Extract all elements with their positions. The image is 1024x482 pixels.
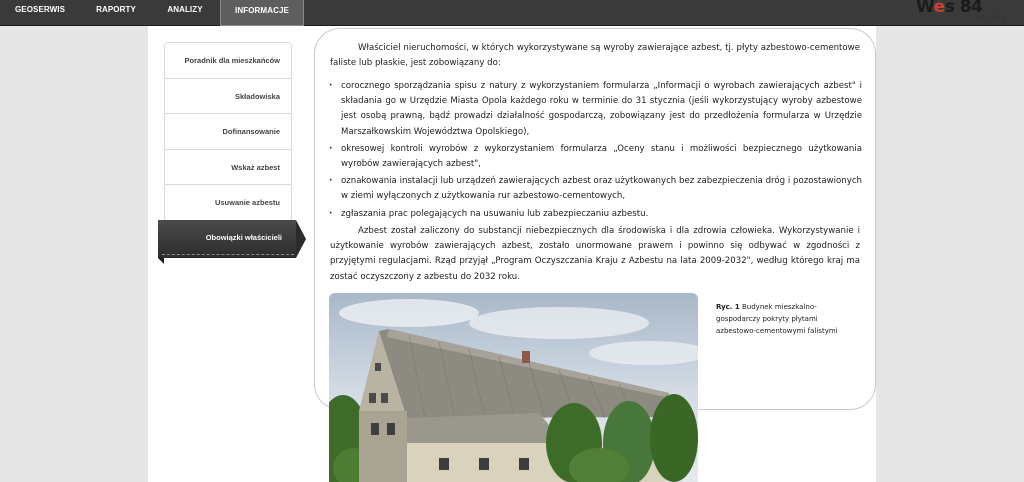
obligations-list: corocznego sporządzania spisu z natury z… [328,79,862,224]
nav-informacje[interactable]: INFORMACJE [220,0,304,26]
building-illustration [329,299,698,482]
intro-paragraph: Właściciel nieruchomości, w których wyko… [330,43,860,69]
sidebar-item-wskaz-azbest[interactable]: Wskaż azbest [165,150,291,185]
photo-caption: Ryc. 1 Budynek mieszkalno-gospodarczy po… [716,301,856,337]
list-item: okresowej kontroli wyrobów z wykorzystan… [328,142,862,172]
sidebar-item-obowiazki-active[interactable]: Obowiązki właścicieli [158,220,306,264]
list-item: corocznego sporządzania spisu z natury z… [328,79,862,140]
nav-raporty[interactable]: RAPORTY [84,0,148,25]
list-item: zgłaszania prac polegających na usuwaniu… [328,207,862,222]
nav-analizy[interactable]: ANALIZY [156,0,214,25]
sidebar-active-label: Obowiązki właścicieli [205,233,282,242]
top-navigation-bar: GEOSERWIS RAPORTY ANALIZY INFORMACJE Wes… [0,0,1024,26]
list-item: oznakowania instalacji lub urządzeń zawi… [328,174,862,204]
wes84-logo: Wes 84 POLSKA [916,0,1008,24]
asbestus-program-paragraph: Azbest został zaliczony do substancji ni… [330,226,860,282]
logo-wordmark: Wes 84 [916,0,983,17]
building-photo [329,293,698,482]
dashed-underline [162,254,294,255]
sidebar-item-skladowiska[interactable]: Składowiska [165,79,291,114]
logo-subtitle: POLSKA [975,15,1008,21]
nav-geoserwis[interactable]: GEOSERWIS [6,0,74,25]
caption-label: Ryc. 1 [716,303,740,311]
sidebar-item-dofinansowanie[interactable]: Dofinansowanie [165,114,291,150]
sidebar-item-usuwanie-azbestu[interactable]: Usuwanie azbestu [165,185,291,221]
sidebar-item-poradnik[interactable]: Poradnik dla mieszkańców [165,43,291,79]
sidebar-menu: Poradnik dla mieszkańców Składowiska Dof… [164,42,292,222]
